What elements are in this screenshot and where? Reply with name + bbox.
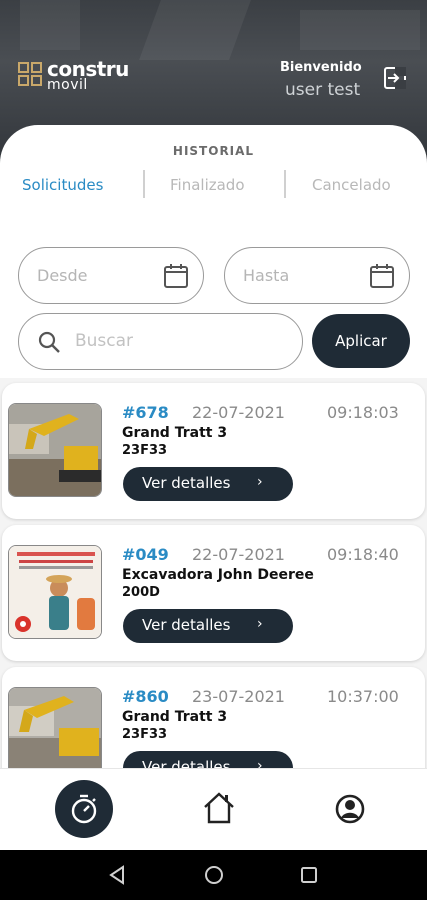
- view-details-button[interactable]: Ver detalles ›: [123, 467, 293, 501]
- order-date: 22-07-2021: [192, 545, 285, 564]
- promo-thumbnail: [8, 545, 102, 639]
- order-time: 09:18:03: [327, 403, 399, 422]
- status-tabs: Solicitudes Finalizado Cancelado: [0, 168, 427, 200]
- view-details-label: Ver detalles: [142, 474, 231, 492]
- welcome-label: Bienvenido: [280, 60, 362, 75]
- search-icon: [38, 331, 60, 353]
- order-id: #049: [122, 545, 169, 564]
- calendar-icon[interactable]: [369, 263, 395, 289]
- apply-button[interactable]: Aplicar: [312, 314, 410, 368]
- chevron-right-icon: ›: [257, 758, 263, 768]
- search-input[interactable]: Buscar: [18, 313, 303, 370]
- back-icon[interactable]: [106, 864, 128, 886]
- bottom-navigation: [0, 768, 427, 850]
- app-logo: constru movil: [18, 57, 138, 96]
- machine-model: 23F33: [122, 727, 168, 742]
- order-time: 09:18:40: [327, 545, 399, 564]
- order-date: 22-07-2021: [192, 403, 285, 422]
- logout-icon[interactable]: [383, 66, 407, 90]
- view-details-label: Ver detalles: [142, 758, 231, 768]
- to-date-placeholder: Hasta: [243, 266, 290, 285]
- view-details-label: Ver detalles: [142, 616, 231, 634]
- machine-name: Grand Tratt 3: [122, 709, 228, 725]
- tab-solicitudes[interactable]: Solicitudes: [22, 176, 103, 194]
- order-id: #860: [122, 687, 169, 706]
- machine-name: Excavadora John Deeree: [122, 567, 314, 583]
- to-date-field[interactable]: Hasta: [224, 247, 410, 304]
- chevron-right-icon: ›: [257, 616, 263, 632]
- excavator-thumbnail: [8, 403, 102, 497]
- tab-divider: [284, 170, 286, 198]
- stopwatch-icon: [71, 794, 97, 824]
- tab-finalizado[interactable]: Finalizado: [170, 176, 245, 194]
- home-icon[interactable]: [202, 791, 236, 825]
- search-placeholder: Buscar: [75, 331, 134, 351]
- from-date-field[interactable]: Desde: [18, 247, 204, 304]
- list-item[interactable]: #678 22-07-2021 09:18:03 Grand Tratt 3 2…: [2, 383, 425, 519]
- orders-list[interactable]: #678 22-07-2021 09:18:03 Grand Tratt 3 2…: [0, 378, 427, 768]
- section-title: HISTORIAL: [172, 144, 255, 158]
- username-label: user test: [285, 80, 361, 100]
- view-details-button[interactable]: Ver detalles ›: [123, 609, 293, 643]
- logo-text-secondary: movil: [47, 77, 88, 93]
- logo-mark-icon: [18, 62, 42, 86]
- order-date: 23-07-2021: [192, 687, 285, 706]
- chevron-right-icon: ›: [257, 474, 263, 490]
- calendar-icon[interactable]: [163, 263, 189, 289]
- machine-model: 200D: [122, 585, 160, 600]
- machine-name: Grand Tratt 3: [122, 425, 228, 441]
- tab-divider: [143, 170, 145, 198]
- list-item[interactable]: #860 23-07-2021 10:37:00 Grand Tratt 3 2…: [2, 667, 425, 768]
- order-time: 10:37:00: [327, 687, 399, 706]
- order-id: #678: [122, 403, 169, 422]
- list-item[interactable]: #049 22-07-2021 09:18:40 Excavadora John…: [2, 525, 425, 661]
- recents-icon[interactable]: [298, 864, 320, 886]
- tab-cancelado[interactable]: Cancelado: [312, 176, 391, 194]
- from-date-placeholder: Desde: [37, 266, 88, 285]
- view-details-button[interactable]: Ver detalles ›: [123, 751, 293, 768]
- nav-history-button[interactable]: [55, 780, 113, 838]
- excavator-thumbnail: [8, 687, 102, 768]
- machine-model: 23F33: [122, 443, 168, 458]
- system-navigation-bar: [0, 850, 427, 900]
- home-circle-icon[interactable]: [203, 864, 225, 886]
- profile-icon[interactable]: [334, 793, 366, 825]
